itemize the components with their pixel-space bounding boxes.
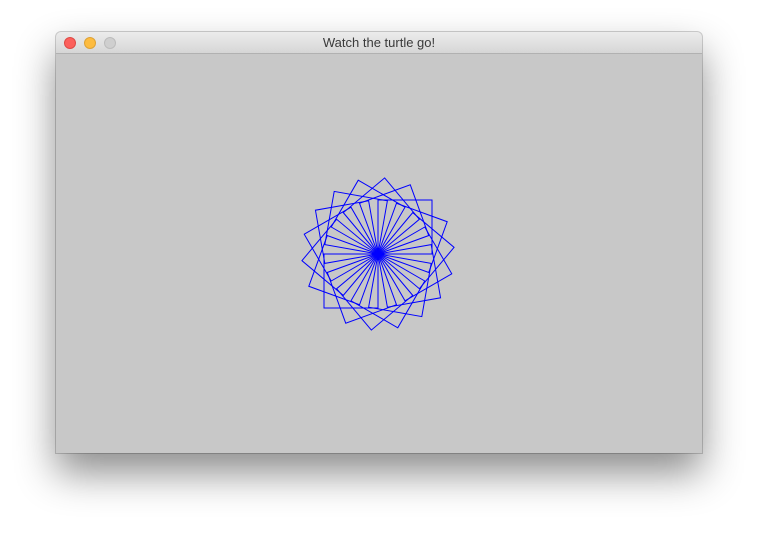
window-title: Watch the turtle go! [322, 35, 436, 50]
title-bar[interactable]: Watch the turtle go! [56, 32, 702, 54]
turtle-drawing [301, 177, 455, 331]
app-window: Watch the turtle go! [56, 32, 702, 453]
turtle-canvas [56, 54, 702, 453]
